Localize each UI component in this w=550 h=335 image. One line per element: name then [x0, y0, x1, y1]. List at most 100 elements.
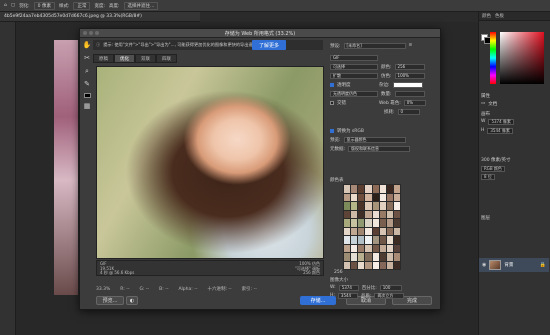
style-select[interactable]: 正常 [73, 1, 91, 10]
color-table-swatch[interactable] [344, 236, 351, 244]
learn-more-button[interactable]: 了解更多 [252, 40, 286, 50]
color-table-swatch[interactable] [379, 210, 386, 218]
preset-select[interactable]: [未命名] [343, 42, 406, 49]
tab-swatches[interactable]: 色板 [495, 13, 504, 19]
color-table-swatch[interactable] [358, 227, 365, 235]
minimize-window-button[interactable] [89, 31, 93, 35]
home-icon[interactable]: ⌂ [4, 3, 7, 8]
properties-tab[interactable]: 属性 [481, 92, 490, 99]
color-table-swatch[interactable] [358, 193, 365, 201]
color-table-swatch[interactable] [365, 227, 372, 235]
color-table-swatch[interactable] [372, 253, 379, 261]
color-table-swatch[interactable] [358, 253, 365, 261]
color-table-swatch[interactable] [386, 236, 393, 244]
color-table-swatch[interactable] [372, 261, 379, 269]
color-table-swatch[interactable] [351, 227, 358, 235]
color-table-swatch[interactable] [393, 193, 400, 201]
color-table-swatch[interactable] [344, 227, 351, 235]
color-table-swatch[interactable] [386, 244, 393, 252]
color-table-swatch[interactable] [351, 261, 358, 269]
image-width-field[interactable]: 5374 [338, 284, 359, 291]
color-table-swatch[interactable] [386, 219, 393, 227]
select-and-mask-button[interactable]: 选择并遮住... [123, 1, 159, 10]
color-table-swatch[interactable] [393, 261, 400, 269]
slice-select-tool-icon[interactable]: ✂ [84, 54, 90, 63]
format-select[interactable]: GIF [330, 54, 378, 61]
preview-mode-select[interactable]: 显示器颜色 [343, 136, 406, 143]
color-table-swatch[interactable] [372, 210, 379, 218]
color-table-swatch[interactable] [372, 185, 379, 193]
color-table-swatch[interactable] [379, 227, 386, 235]
marquee-tool-icon[interactable]: ▢ [11, 3, 15, 8]
color-table-swatch[interactable] [358, 261, 365, 269]
color-table-swatch[interactable] [386, 193, 393, 201]
color-table-swatch[interactable] [365, 202, 372, 210]
color-table-swatch[interactable] [351, 193, 358, 201]
color-table-swatch[interactable] [365, 244, 372, 252]
color-reduction-select[interactable]: 可选择 [330, 63, 378, 70]
color-table-swatch[interactable] [351, 185, 358, 193]
bit-depth-select[interactable]: 8 位 [481, 173, 495, 180]
color-table-swatch[interactable] [365, 193, 372, 201]
dialog-titlebar[interactable]: 存储为 Web 所用格式 (33.2%) [80, 29, 440, 38]
dither-algorithm-select[interactable]: 扩散 [330, 72, 378, 79]
color-table-swatch[interactable] [379, 219, 386, 227]
eye-icon[interactable]: ◉ [482, 262, 486, 268]
color-table-swatch[interactable] [386, 202, 393, 210]
image-height-field[interactable]: 3544 [337, 292, 358, 299]
color-table-swatch[interactable] [372, 227, 379, 235]
color-table-swatch[interactable] [365, 261, 372, 269]
convert-srgb-checkbox[interactable] [330, 128, 334, 133]
web-snap-field[interactable]: 0% [403, 99, 426, 106]
color-table-swatch[interactable] [358, 185, 365, 193]
color-table-swatch[interactable] [372, 244, 379, 252]
zoom-window-button[interactable] [95, 31, 99, 35]
metadata-select[interactable]: 版权和联系信息 [348, 145, 411, 152]
color-table-swatch[interactable] [386, 253, 393, 261]
color-table-swatch[interactable] [344, 261, 351, 269]
color-table-swatch[interactable] [379, 261, 386, 269]
browser-select-icon[interactable]: ◐ [126, 296, 138, 305]
transparency-dither-select[interactable]: 无透明度仿色 [330, 90, 378, 97]
feather-input[interactable]: 0 像素 [33, 1, 55, 10]
color-table-swatch[interactable] [393, 244, 400, 252]
colors-select[interactable]: 256 [394, 63, 425, 70]
tab-original[interactable]: 原稿 [93, 54, 114, 63]
color-table-swatch[interactable] [379, 185, 386, 193]
optimize-menu-icon[interactable]: ≡ [409, 43, 413, 48]
amount-field[interactable] [394, 90, 425, 97]
color-table-swatch[interactable] [379, 253, 386, 261]
mode-select[interactable]: RGB 颜色 [481, 165, 505, 172]
color-table-swatch[interactable] [379, 244, 386, 252]
color-table-swatch[interactable] [358, 236, 365, 244]
color-table-swatch[interactable] [393, 185, 400, 193]
color-table-swatch[interactable] [344, 219, 351, 227]
zoom-level-select[interactable]: 33.3% [96, 287, 110, 292]
tab-color[interactable]: 颜色 [482, 13, 491, 19]
color-table-swatch[interactable] [358, 202, 365, 210]
color-table[interactable] [343, 184, 401, 270]
tab-4-up[interactable]: 四联 [156, 54, 177, 63]
tab-optimized[interactable]: 优化 [114, 54, 135, 63]
hue-slider[interactable] [490, 32, 496, 84]
color-table-swatch[interactable] [386, 227, 393, 235]
color-table-swatch[interactable] [365, 236, 372, 244]
layer-row-background[interactable]: ◉ 背景 🔒 [479, 258, 549, 272]
color-table-swatch[interactable] [351, 253, 358, 261]
color-table-swatch[interactable] [365, 219, 372, 227]
transparency-checkbox[interactable] [330, 82, 334, 87]
color-table-swatch[interactable] [344, 202, 351, 210]
color-table-swatch[interactable] [344, 244, 351, 252]
tab-2-up[interactable]: 双联 [135, 54, 156, 63]
layers-tab[interactable]: 图层 [481, 214, 490, 221]
quality-select[interactable]: 两次立方 [374, 292, 405, 299]
matte-select[interactable] [392, 81, 423, 88]
color-table-swatch[interactable] [351, 210, 358, 218]
color-table-swatch[interactable] [358, 244, 365, 252]
color-table-swatch[interactable] [386, 185, 393, 193]
color-table-swatch[interactable] [386, 210, 393, 218]
color-picker-field[interactable] [500, 32, 544, 84]
color-table-swatch[interactable] [393, 227, 400, 235]
color-table-swatch[interactable] [358, 210, 365, 218]
color-table-swatch[interactable] [393, 236, 400, 244]
